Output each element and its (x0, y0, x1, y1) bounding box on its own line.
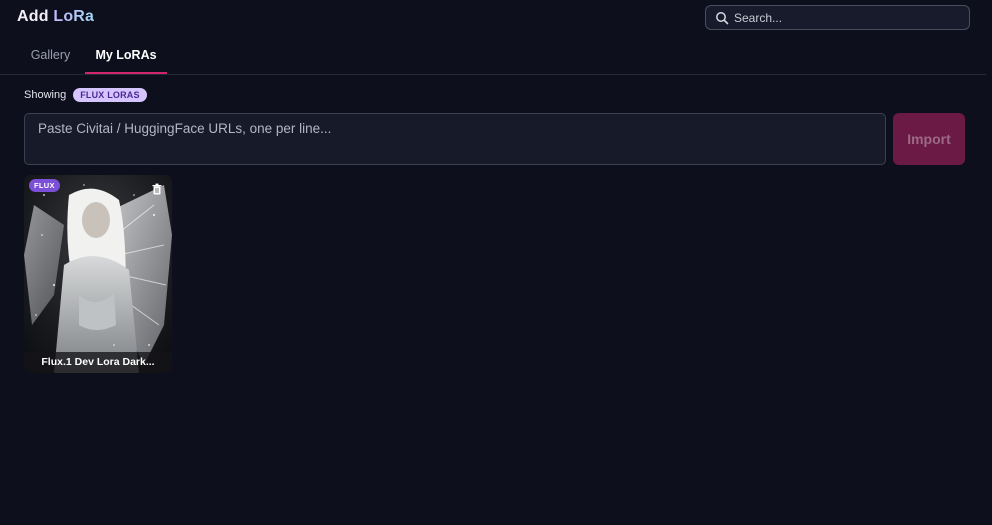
showing-label: Showing (24, 89, 67, 101)
import-button[interactable]: Import (893, 113, 965, 165)
filter-row: Showing FLUX LORAS (24, 88, 147, 102)
tab-gallery[interactable]: Gallery (18, 38, 83, 73)
flux-tag: FLUX (29, 179, 60, 192)
tab-bar: Gallery My LoRAs (0, 38, 986, 75)
header: Add LoRa (0, 0, 992, 38)
lora-card[interactable]: FLUX Flux.1 Dev Lora Dark... (24, 175, 172, 373)
title-part-add: Add (17, 8, 54, 25)
search-box[interactable] (705, 5, 970, 30)
filter-badge: FLUX LORAS (73, 88, 147, 102)
trash-icon[interactable] (151, 183, 163, 195)
search-icon (716, 11, 729, 24)
search-input[interactable] (734, 10, 954, 25)
title-part-lora: LoRa (53, 8, 95, 25)
lora-name: Flux.1 Dev Lora Dark... (24, 352, 172, 373)
lora-thumbnail (24, 175, 172, 373)
tab-my-loras[interactable]: My LoRAs (85, 38, 167, 74)
page-title: Add LoRa (17, 8, 94, 26)
url-input[interactable] (24, 113, 886, 165)
